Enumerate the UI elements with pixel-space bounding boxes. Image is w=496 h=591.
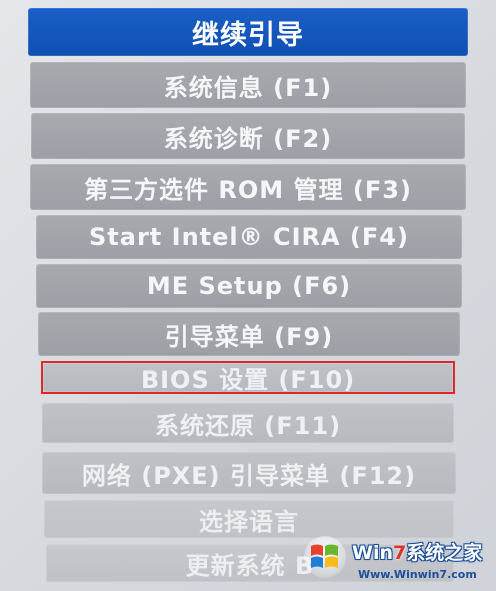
network-pxe-boot-menu-button[interactable]: 网络 (PXE) 引导菜单 (F12) [42, 452, 456, 494]
start-intel-cira-button[interactable]: Start Intel® CIRA (F4) [36, 215, 462, 259]
bios-setup-button[interactable]: BIOS 设置 (F10) [43, 363, 453, 392]
watermark-url: Www.Winwin7.com [358, 568, 477, 581]
boot-menu-button[interactable]: 引导菜单 (F9) [38, 312, 460, 356]
boot-menu-screen: 继续引导 系统信息 (F1) 系统诊断 (F2) 第三方选件 ROM 管理 (F… [0, 0, 496, 591]
windows-logo-icon [304, 536, 346, 578]
system-information-button[interactable]: 系统信息 (F1) [30, 62, 466, 108]
system-recovery-button[interactable]: 系统还原 (F11) [42, 403, 454, 443]
watermark: Win7系统之家 Www.Winwin7.com [300, 528, 492, 588]
continue-boot-button[interactable]: 继续引导 [28, 8, 468, 56]
system-diagnostics-button[interactable]: 系统诊断 (F2) [31, 113, 465, 159]
option-rom-management-button[interactable]: 第三方选件 ROM 管理 (F3) [30, 164, 466, 210]
watermark-brand: Win7系统之家 [352, 542, 483, 564]
me-setup-button[interactable]: ME Setup (F6) [36, 264, 462, 308]
